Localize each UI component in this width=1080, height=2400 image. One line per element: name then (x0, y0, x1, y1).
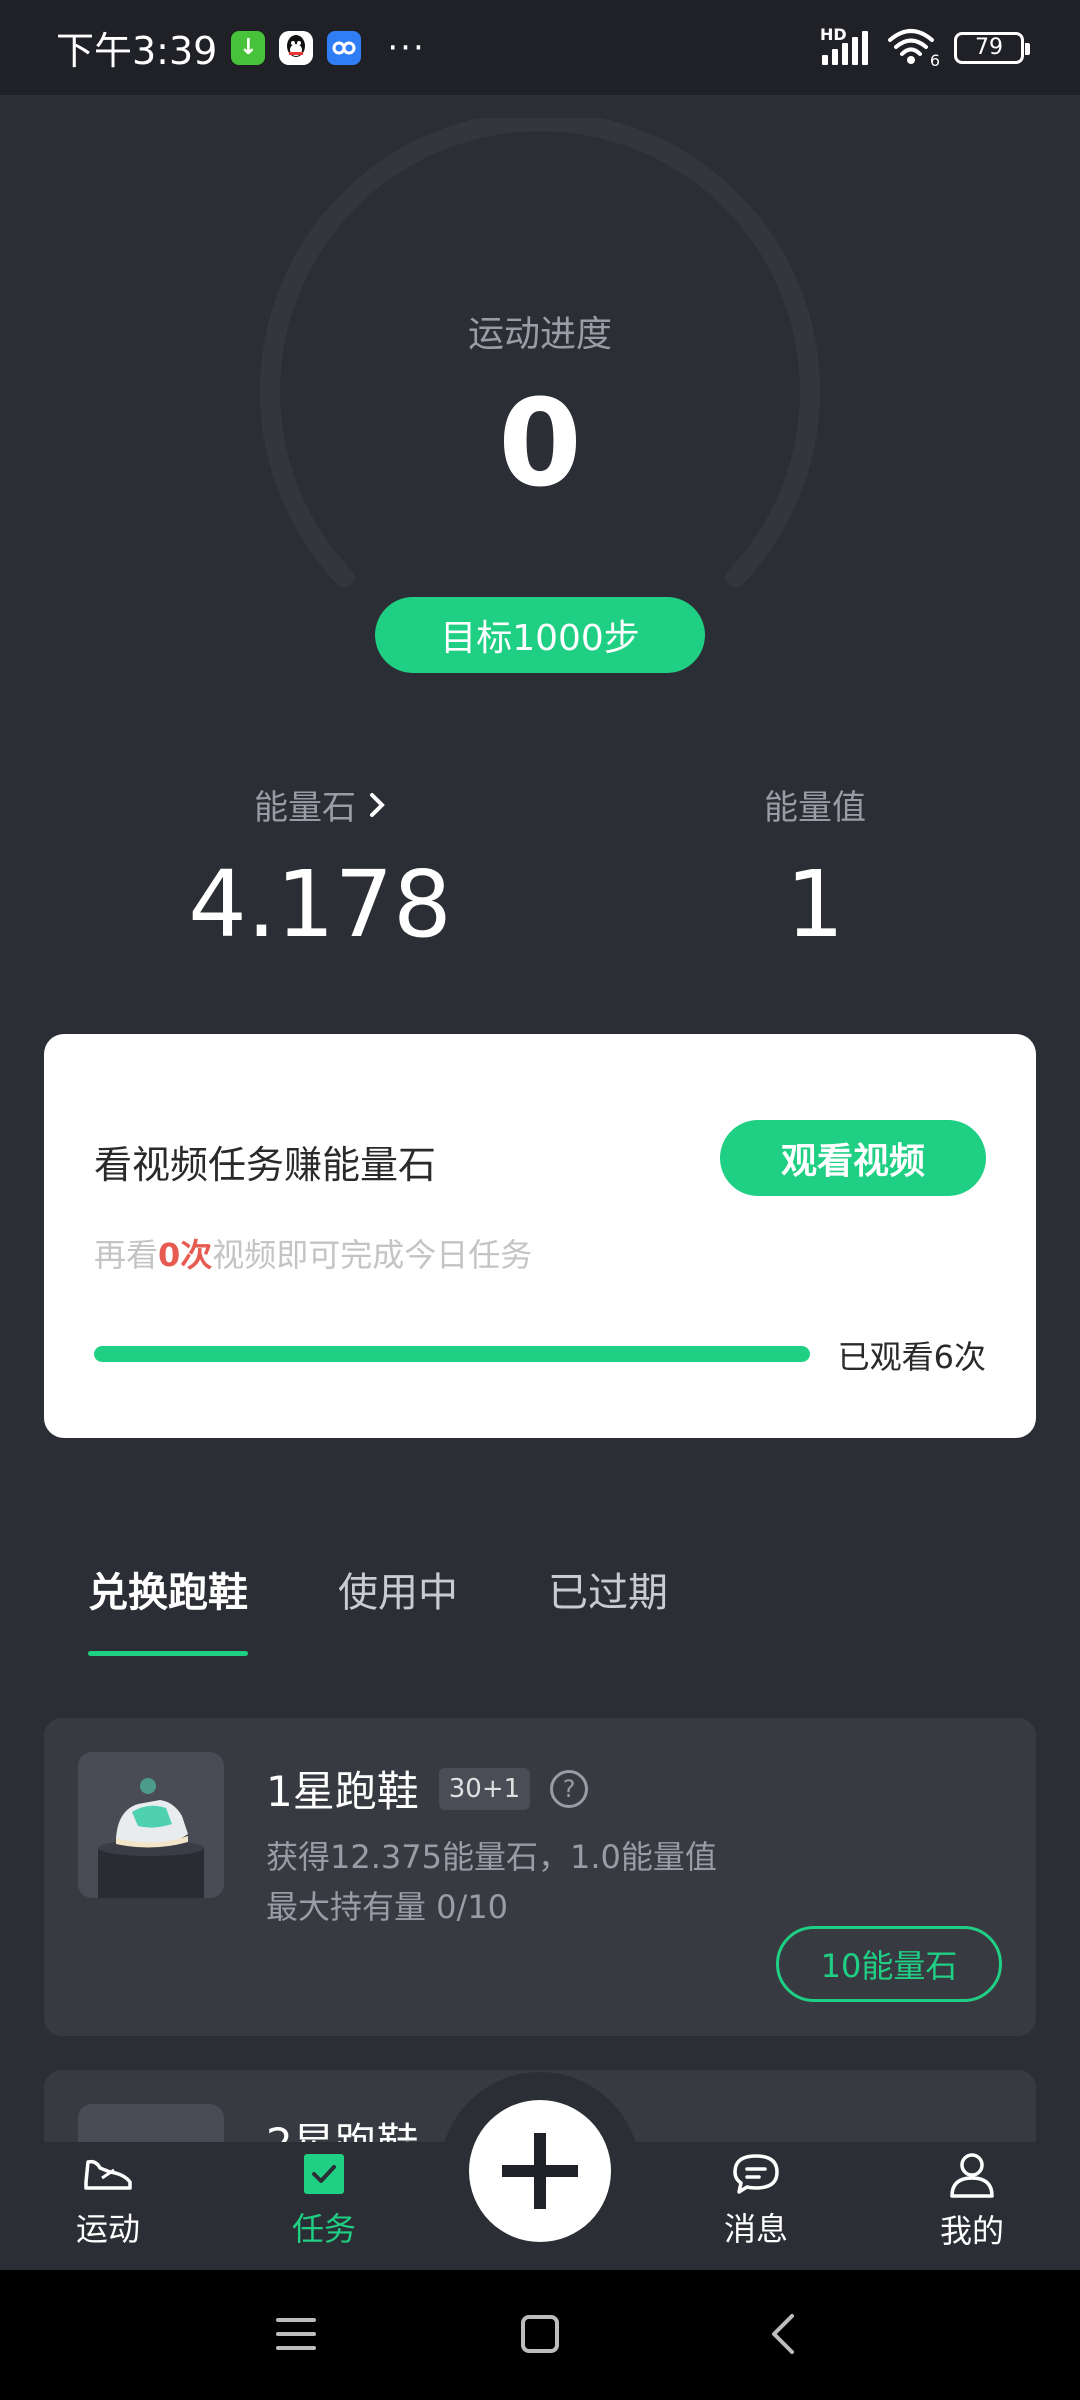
energy-stone-stat[interactable]: 能量石 4.178 (120, 780, 520, 958)
energy-stone-label: 能量石 (254, 788, 356, 828)
nav-label: 消息 (723, 2210, 788, 2248)
shoe-icon (84, 2159, 132, 2190)
system-navigation-bar (0, 2270, 1080, 2400)
task-check-icon (304, 2154, 344, 2194)
progress-gauge (260, 118, 820, 588)
progress-value: 0 (498, 375, 582, 514)
home-icon[interactable] (520, 2314, 560, 2354)
watch-video-button[interactable]: 观看视频 (720, 1120, 986, 1196)
shoe-badge: 30+1 (438, 1767, 531, 1810)
shoe-max-hold-text: 最大持有量 0/10 (266, 1888, 509, 1926)
tab-redeem-shoes[interactable]: 兑换跑鞋 (88, 1560, 248, 1656)
nav-label: 任务 (291, 2210, 356, 2248)
task-progress-fill (94, 1346, 810, 1362)
task-subtitle: 再看0次视频即可完成今日任务 (94, 1236, 533, 1274)
energy-stone-value: 4.178 (188, 851, 452, 958)
shoe-reward-text: 获得12.375能量石，1.0能量值 (266, 1838, 717, 1876)
tab-in-use[interactable]: 使用中 (338, 1560, 458, 1656)
wifi-icon: 6 (886, 26, 940, 70)
add-button[interactable] (469, 2100, 611, 2242)
chevron-right-icon (370, 792, 385, 817)
shoe-image (78, 1752, 224, 1898)
menu-icon[interactable] (276, 2316, 316, 2352)
help-icon[interactable]: ? (550, 1769, 589, 1808)
remaining-count: 0次 (158, 1236, 213, 1274)
nav-item-message[interactable]: 消息 (676, 2152, 836, 2250)
energy-value-number: 1 (785, 851, 845, 958)
nav-label: 我的 (939, 2212, 1004, 2250)
back-icon[interactable] (770, 2314, 796, 2354)
download-app-icon: ↓ (231, 30, 266, 65)
status-bar: 下午3:39 ↓ ··· HD 6 79 (0, 0, 1080, 95)
more-notifications-icon: ··· (387, 27, 426, 68)
shoe-title: 1星跑鞋 (266, 1767, 419, 1816)
link-app-icon (327, 30, 362, 65)
task-title: 看视频任务赚能量石 (94, 1143, 437, 1187)
cellular-signal-icon: HD (820, 25, 868, 65)
qq-app-icon (279, 30, 314, 65)
shoe-card: 1星跑鞋 30+1 ? 获得12.375能量石，1.0能量值 最大持有量 0/1… (44, 1718, 1036, 2036)
user-icon (950, 2153, 994, 2198)
nav-item-sport[interactable]: 运动 (28, 2152, 188, 2250)
video-task-card: 看视频任务赚能量石 观看视频 再看0次视频即可完成今日任务 已观看6次 (44, 1034, 1036, 1438)
energy-value-label: 能量值 (764, 788, 866, 828)
nav-label: 运动 (75, 2210, 140, 2248)
network-type-label: 6 (929, 50, 940, 70)
energy-value-stat: 能量值 1 (615, 780, 1015, 958)
plus-icon (502, 2133, 578, 2209)
goal-steps-button[interactable]: 目标1000步 (375, 597, 705, 673)
status-time: 下午3:39 (56, 29, 218, 73)
redeem-shoe-button[interactable]: 10能量石 (776, 1926, 1002, 2002)
watched-count: 已观看6次 (837, 1338, 986, 1376)
shoe-tabs: 兑换跑鞋 使用中 已过期 (88, 1560, 668, 1656)
nav-item-mine[interactable]: 我的 (892, 2152, 1052, 2252)
battery-level: 79 (975, 35, 1003, 60)
nav-item-task[interactable]: 任务 (244, 2152, 404, 2250)
task-progress-bar (94, 1346, 810, 1362)
progress-label: 运动进度 (467, 314, 612, 355)
tab-expired[interactable]: 已过期 (548, 1560, 668, 1656)
battery-indicator: 79 (954, 31, 1030, 64)
message-icon (733, 2154, 779, 2194)
